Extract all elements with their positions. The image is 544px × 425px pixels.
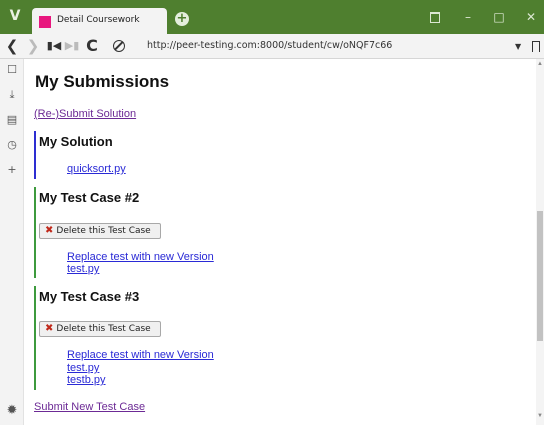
minimize-icon[interactable]: – — [459, 8, 477, 26]
reload-icon[interactable]: C — [84, 37, 100, 55]
delete-x-icon: ✖ — [45, 323, 54, 334]
url-text[interactable]: http://peer-testing.com:8000/student/cw/… — [147, 40, 392, 51]
downloads-icon[interactable]: ⤓ — [4, 87, 20, 103]
test-case-2-section: My Test Case #2 ✖ Delete this Test Case R… — [34, 187, 214, 278]
chevron-down-icon[interactable]: ▼ — [515, 42, 521, 51]
replace-test-link[interactable]: Replace test with new Version — [67, 251, 214, 263]
delete-test-case-button[interactable]: ✖ Delete this Test Case — [39, 223, 161, 239]
vertical-scrollbar[interactable]: ▲ ▼ — [536, 59, 544, 425]
test-file-link[interactable]: testb.py — [67, 374, 106, 386]
maximize-icon[interactable]: □ — [490, 8, 508, 26]
forward-icon[interactable]: ❯ — [25, 37, 41, 55]
delete-x-icon: ✖ — [45, 225, 54, 236]
notes-icon[interactable]: ▤ — [4, 112, 20, 128]
favicon-icon — [39, 16, 51, 28]
delete-test-case-button[interactable]: ✖ Delete this Test Case — [39, 321, 161, 337]
bookmarks-icon[interactable]: ☐ — [4, 62, 20, 78]
site-info-icon[interactable] — [113, 40, 125, 52]
new-tab-button[interactable]: + — [175, 12, 189, 26]
fast-forward-icon[interactable]: ▶▮ — [64, 37, 80, 55]
test-file-link[interactable]: test.py — [67, 263, 99, 275]
vivaldi-logo-icon[interactable]: V — [6, 7, 24, 25]
settings-icon[interactable]: ✹ — [4, 403, 20, 419]
close-icon[interactable]: ✕ — [522, 8, 540, 26]
submit-new-test-case-link[interactable]: Submit New Test Case — [34, 401, 145, 413]
side-panel: ☐ ⤓ ▤ ◷ + ✹ — [0, 59, 24, 425]
history-icon[interactable]: ◷ — [4, 137, 20, 153]
title-bar: V Detail Coursework + – □ ✕ — [0, 0, 544, 34]
rewind-icon[interactable]: ▮◀ — [46, 37, 62, 55]
solution-title: My Solution — [39, 134, 113, 149]
my-solution-section: My Solution quicksort.py — [34, 131, 126, 179]
bookmark-icon[interactable] — [532, 41, 540, 52]
tab-title: Detail Coursework — [57, 15, 140, 25]
address-bar: ❮ ❯ ▮◀ ▶▮ C http://peer-testing.com:8000… — [0, 34, 544, 59]
url-field[interactable]: http://peer-testing.com:8000/student/cw/… — [108, 37, 504, 56]
resubmit-solution-link[interactable]: (Re-)Submit Solution — [34, 108, 136, 120]
browser-tab[interactable]: Detail Coursework — [32, 8, 167, 34]
replace-test-link[interactable]: Replace test with new Version — [67, 349, 214, 361]
scroll-down-icon[interactable]: ▼ — [537, 413, 543, 419]
test-case-title: My Test Case #3 — [39, 289, 140, 304]
trash-icon[interactable] — [426, 8, 444, 26]
solution-file-link[interactable]: quicksort.py — [67, 163, 126, 175]
delete-button-label: Delete this Test Case — [56, 324, 151, 334]
test-case-title: My Test Case #2 — [39, 190, 140, 205]
scrollbar-thumb[interactable] — [537, 211, 543, 341]
page-content: My Submissions (Re-)Submit Solution My S… — [24, 59, 536, 425]
test-case-3-section: My Test Case #3 ✖ Delete this Test Case R… — [34, 286, 214, 390]
test-file-link[interactable]: test.py — [67, 362, 99, 374]
delete-button-label: Delete this Test Case — [56, 226, 151, 236]
page-title: My Submissions — [35, 72, 170, 91]
scroll-up-icon[interactable]: ▲ — [537, 61, 543, 67]
add-panel-icon[interactable]: + — [4, 162, 20, 178]
back-icon[interactable]: ❮ — [4, 37, 20, 55]
